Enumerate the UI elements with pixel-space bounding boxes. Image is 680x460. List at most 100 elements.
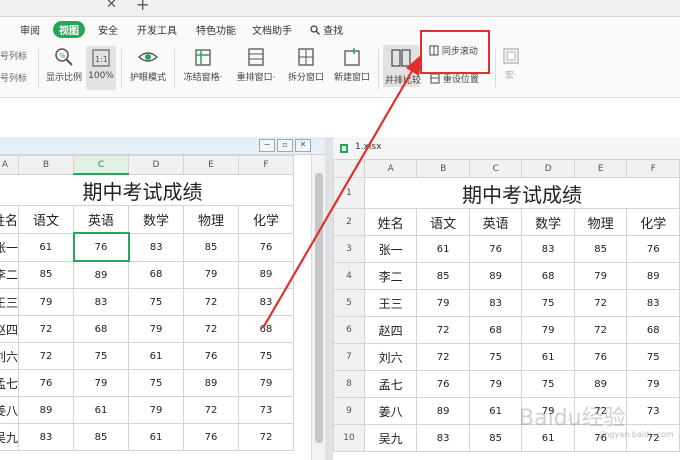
name-cell[interactable]: 赵四 <box>363 316 418 344</box>
score-cell[interactable]: 85 <box>18 260 75 289</box>
header-cell[interactable]: 化学 <box>238 205 295 234</box>
scroll-thumb[interactable] <box>315 173 323 443</box>
header-cell[interactable]: 物理 <box>183 205 240 234</box>
score-cell[interactable]: 85 <box>416 262 470 290</box>
menu-review[interactable]: 审阅 <box>20 22 40 37</box>
score-cell[interactable]: 85 <box>73 423 130 451</box>
name-cell[interactable]: 刘六 <box>363 343 418 371</box>
score-cell[interactable]: 61 <box>18 232 75 262</box>
row-header[interactable]: 7 <box>333 343 365 371</box>
zoom-button[interactable]: % 显示比例 <box>44 47 84 83</box>
row-header[interactable]: 3 <box>333 235 365 263</box>
score-cell[interactable]: 72 <box>183 396 240 424</box>
score-cell[interactable]: 72 <box>18 342 75 370</box>
score-cell[interactable]: 72 <box>183 315 240 343</box>
row-header[interactable]: 6 <box>333 316 365 344</box>
score-cell[interactable]: 72 <box>573 316 628 344</box>
score-cell[interactable]: 68 <box>626 316 680 344</box>
header-cell[interactable]: 语文 <box>18 205 75 234</box>
header-cell[interactable]: 数学 <box>521 208 575 236</box>
col-header-E[interactable]: E <box>183 155 240 175</box>
header-cell[interactable]: 英语 <box>468 208 523 236</box>
score-cell[interactable]: 89 <box>468 262 523 290</box>
col-header-F[interactable]: F <box>238 155 295 175</box>
header-cell[interactable]: 语文 <box>416 208 470 236</box>
name-cell[interactable]: 孟七 <box>0 369 20 397</box>
col-header-D[interactable]: D <box>521 159 575 178</box>
score-cell[interactable]: 68 <box>128 260 185 289</box>
score-cell[interactable]: 61 <box>521 343 575 371</box>
col-header-C[interactable]: C <box>73 155 130 175</box>
score-cell[interactable]: 61 <box>468 397 523 425</box>
score-cell[interactable]: 79 <box>626 370 680 398</box>
score-cell[interactable]: 89 <box>18 396 75 424</box>
pane-divider[interactable] <box>325 137 333 460</box>
score-cell[interactable]: 89 <box>573 370 628 398</box>
new-window-button[interactable]: 新建窗口 <box>330 47 374 83</box>
score-cell[interactable]: 83 <box>238 288 295 316</box>
name-cell[interactable]: 刘六 <box>0 342 20 370</box>
score-cell[interactable]: 85 <box>468 424 523 452</box>
score-cell[interactable]: 83 <box>18 423 75 451</box>
score-cell[interactable]: 76 <box>183 423 240 451</box>
row-header[interactable]: 10 <box>333 424 365 452</box>
score-cell[interactable]: 89 <box>238 260 295 289</box>
score-cell[interactable]: 61 <box>73 396 130 424</box>
score-cell[interactable]: 73 <box>626 397 680 425</box>
minimize-icon[interactable]: − <box>259 139 275 152</box>
score-cell[interactable]: 61 <box>416 235 470 263</box>
col-header-B[interactable]: B <box>18 155 75 175</box>
score-cell[interactable]: 68 <box>73 315 130 343</box>
menu-view[interactable]: 视图 <box>53 21 85 38</box>
header-cell[interactable]: 姓名 <box>0 205 20 234</box>
score-cell[interactable]: 89 <box>416 397 470 425</box>
right-spreadsheet[interactable]: A B C D E F 1 期中考试成绩 2 姓名 语文 英语 数学 物理 化学… <box>333 159 680 460</box>
sheet-title[interactable]: 期中考试成绩 <box>0 173 295 206</box>
score-cell[interactable]: 75 <box>128 369 185 397</box>
menu-features[interactable]: 特色功能 <box>196 22 236 37</box>
eye-mode-button[interactable]: 护眼模式 <box>126 47 170 83</box>
row-header[interactable]: 1 <box>333 177 365 209</box>
menu-doc-assistant[interactable]: 文档助手 <box>252 22 292 37</box>
header-cell[interactable]: 物理 <box>573 208 628 236</box>
score-cell[interactable]: 75 <box>521 370 575 398</box>
row-header[interactable]: 8 <box>333 370 365 398</box>
score-cell[interactable]: 85 <box>573 235 628 263</box>
col-header-A[interactable]: A <box>363 159 418 178</box>
score-cell[interactable]: 79 <box>238 369 295 397</box>
col-header-F[interactable]: F <box>626 159 680 178</box>
score-cell[interactable]: 76 <box>183 342 240 370</box>
score-cell[interactable]: 79 <box>73 369 130 397</box>
score-cell[interactable]: 72 <box>238 423 295 451</box>
score-cell[interactable]: 73 <box>238 396 295 424</box>
split-window-button[interactable]: 拆分窗口 <box>284 47 328 83</box>
score-cell[interactable]: 83 <box>416 424 470 452</box>
score-cell[interactable]: 76 <box>18 369 75 397</box>
score-cell[interactable]: 76 <box>468 235 523 263</box>
name-cell[interactable]: 李二 <box>0 260 20 289</box>
score-cell[interactable]: 68 <box>468 316 523 344</box>
name-cell[interactable]: 张一 <box>363 235 418 263</box>
score-cell[interactable]: 68 <box>521 262 575 290</box>
tab-close-icon[interactable]: ✕ <box>106 0 117 12</box>
name-cell[interactable]: 赵四 <box>0 315 20 343</box>
menu-security[interactable]: 安全 <box>98 22 118 37</box>
score-cell[interactable]: 83 <box>73 288 130 316</box>
score-cell[interactable]: 85 <box>183 232 240 262</box>
score-cell[interactable]: 72 <box>416 343 470 371</box>
score-cell[interactable]: 76 <box>416 370 470 398</box>
score-cell[interactable]: 72 <box>416 316 470 344</box>
score-cell[interactable]: 75 <box>521 289 575 317</box>
row-header[interactable]: 5 <box>333 289 365 317</box>
score-cell[interactable]: 72 <box>183 288 240 316</box>
name-cell[interactable]: 姜八 <box>0 396 20 424</box>
score-cell[interactable]: 79 <box>128 396 185 424</box>
score-cell[interactable]: 72 <box>18 315 75 343</box>
name-cell[interactable]: 张一 <box>0 232 20 262</box>
score-cell[interactable]: 89 <box>626 262 680 290</box>
score-cell[interactable]: 76 <box>573 343 628 371</box>
header-cell[interactable]: 姓名 <box>363 208 418 236</box>
score-cell[interactable]: 79 <box>128 315 185 343</box>
col-header-B[interactable]: B <box>416 159 470 178</box>
score-cell[interactable]: 79 <box>183 260 240 289</box>
